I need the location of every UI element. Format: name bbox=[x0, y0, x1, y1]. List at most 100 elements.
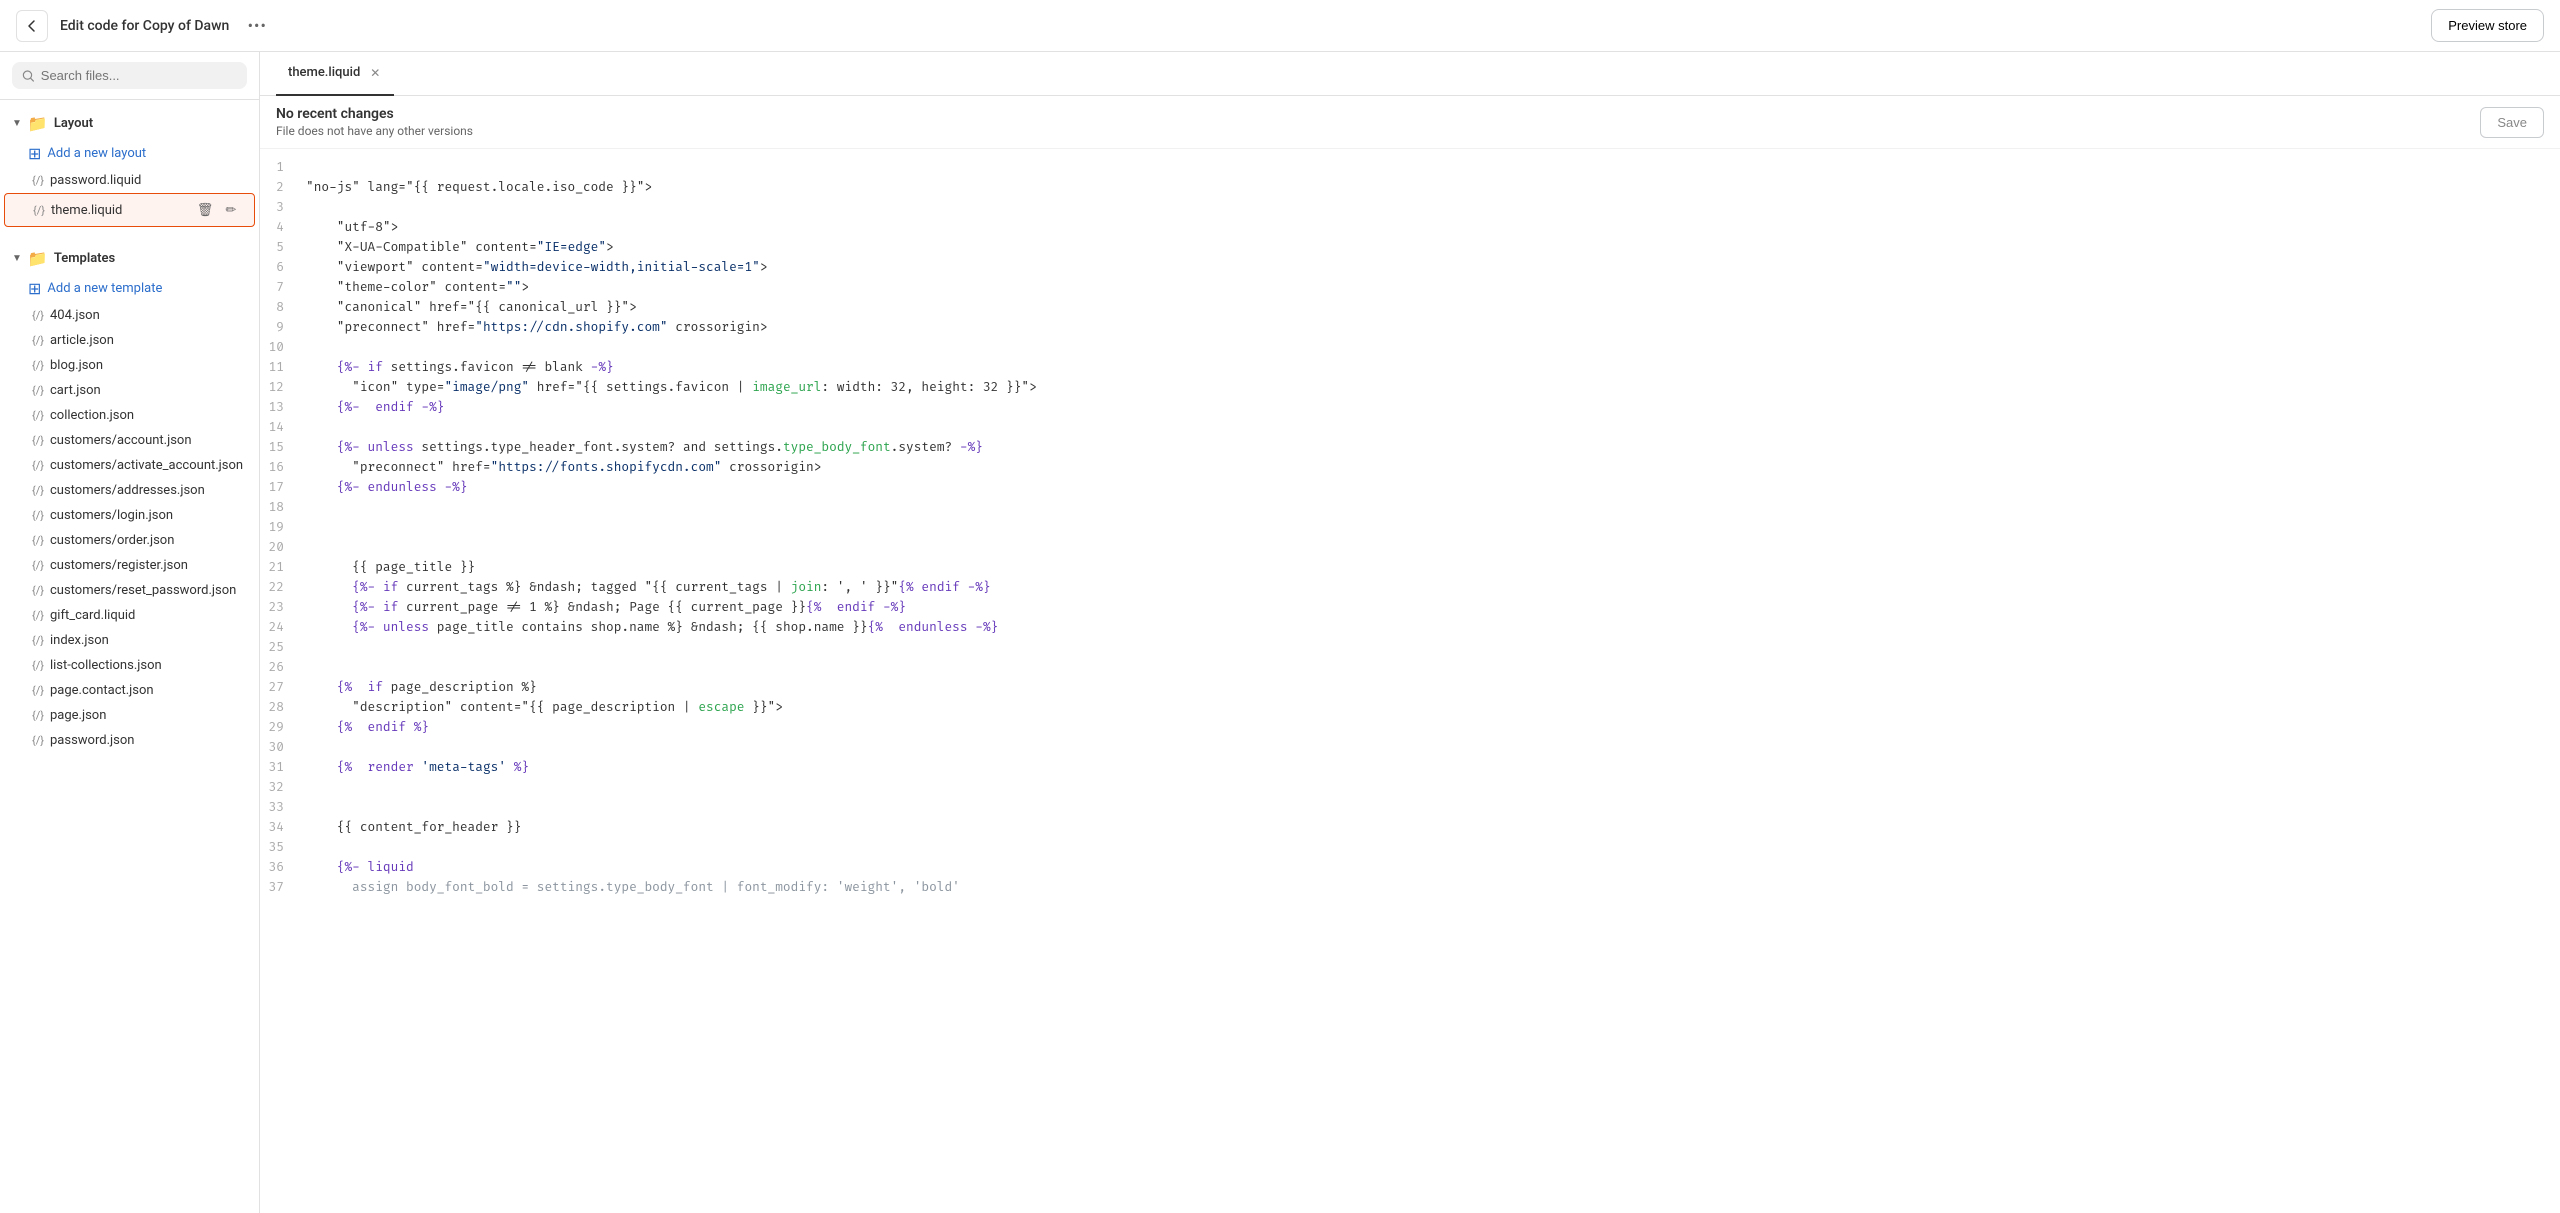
file-icon: {/} bbox=[32, 634, 44, 647]
sidebar-item-label: collection.json bbox=[50, 408, 243, 423]
sidebar-item-customers-activate-account-json[interactable]: {/} customers/activate_account.json bbox=[4, 453, 255, 478]
file-icon: {/} bbox=[32, 659, 44, 672]
sidebar-item-theme-liquid[interactable]: {/} theme.liquid 🗑 ✏ bbox=[4, 193, 255, 227]
topbar-left: Edit code for Copy of Dawn ••• bbox=[16, 10, 273, 42]
file-icon: {/} bbox=[32, 584, 44, 597]
sidebar-item-label: article.json bbox=[50, 333, 243, 348]
sidebar-item-label: customers/addresses.json bbox=[50, 483, 243, 498]
line-numbers: 1234567891011121314151617181920212223242… bbox=[260, 149, 302, 905]
sidebar-item-customers-account-json[interactable]: {/}customers/account.json bbox=[4, 428, 255, 453]
templates-section-header[interactable]: ▼ 📁 Templates bbox=[0, 243, 259, 274]
tab-bar: theme.liquid ✕ bbox=[260, 52, 2560, 96]
sidebar-item-label: page.json bbox=[50, 708, 243, 723]
sidebar-item-page-contact-json[interactable]: {/}page.contact.json bbox=[4, 678, 255, 703]
file-icon: {/} bbox=[32, 559, 44, 572]
sidebar-item-customers-addresses-json[interactable]: {/} customers/addresses.json bbox=[4, 478, 255, 503]
sidebar-item-label: 404.json bbox=[50, 308, 243, 323]
sidebar-item-label: customers/order.json bbox=[50, 533, 243, 548]
sidebar-item-collection-json[interactable]: {/} collection.json bbox=[4, 403, 255, 428]
sidebar-item-label: gift_card.liquid bbox=[50, 608, 243, 623]
file-icon: {/} bbox=[32, 334, 44, 347]
editor-info: No recent changes File does not have any… bbox=[276, 106, 473, 138]
save-button[interactable]: Save bbox=[2480, 107, 2544, 138]
topbar: Edit code for Copy of Dawn ••• Preview s… bbox=[0, 0, 2560, 52]
template-items: {/}404.json{/}article.json{/}blog.json{/… bbox=[0, 303, 259, 753]
preview-store-button[interactable]: Preview store bbox=[2431, 9, 2544, 42]
code-editor: 1234567891011121314151617181920212223242… bbox=[260, 149, 2560, 905]
sidebar-item-blog-json[interactable]: {/} blog.json bbox=[4, 353, 255, 378]
file-icon: {/} bbox=[32, 359, 44, 372]
sidebar-item-label: customers/register.json bbox=[50, 558, 243, 573]
sidebar-item-label: customers/account.json bbox=[50, 433, 243, 448]
sidebar-item-cart-json[interactable]: {/} cart.json bbox=[4, 378, 255, 403]
more-icon: ••• bbox=[248, 16, 267, 35]
layout-section-label: Layout bbox=[54, 116, 93, 131]
add-template-icon: ⊞ bbox=[28, 279, 41, 298]
sidebar-item-label: cart.json bbox=[50, 383, 243, 398]
sidebar-item-customers-register-json[interactable]: {/} customers/register.json bbox=[4, 553, 255, 578]
sidebar-item-customers-login-json[interactable]: {/} customers/login.json bbox=[4, 503, 255, 528]
edit-button[interactable]: ✏ bbox=[220, 199, 242, 221]
sidebar-item-404-json[interactable]: {/} 404.json bbox=[4, 303, 255, 328]
sidebar-item-label: customers/login.json bbox=[50, 508, 243, 523]
sidebar-item-password-json[interactable]: {/} password.json bbox=[4, 728, 255, 753]
add-layout-label: Add a new layout bbox=[47, 146, 146, 161]
tab-theme-liquid[interactable]: theme.liquid ✕ bbox=[276, 52, 394, 96]
file-icon: {/} bbox=[32, 409, 44, 422]
sidebar-item-gift-card-liquid[interactable]: {/} gift_card.liquid bbox=[4, 603, 255, 628]
item-actions: 🗑 ✏ bbox=[194, 199, 242, 221]
more-button[interactable]: ••• bbox=[241, 10, 273, 42]
sidebar-item-customers-order-json[interactable]: {/} customers/order.json bbox=[4, 528, 255, 553]
layout-folder-icon: 📁 bbox=[28, 114, 48, 133]
search-input-wrap[interactable] bbox=[12, 62, 247, 89]
sidebar-item-label: customers/reset_password.json bbox=[50, 583, 243, 598]
topbar-title: Edit code for Copy of Dawn bbox=[60, 18, 229, 34]
templates-section-label: Templates bbox=[54, 251, 115, 266]
sidebar-item-label: blog.json bbox=[50, 358, 243, 373]
editor-area: theme.liquid ✕ No recent changes File do… bbox=[260, 52, 2560, 1213]
sidebar-item-password-liquid[interactable]: {/} password.liquid bbox=[4, 168, 255, 193]
no-changes-label: No recent changes bbox=[276, 106, 473, 122]
sidebar-item-label: customers/activate_account.json bbox=[50, 458, 243, 473]
add-layout-icon: ⊞ bbox=[28, 144, 41, 163]
sidebar-item-customers-reset-password-json[interactable]: {/} customers/reset_password.json bbox=[4, 578, 255, 603]
sidebar-item-label: password.json bbox=[50, 733, 243, 748]
file-icon: {/} bbox=[32, 309, 44, 322]
templates-chevron-icon: ▼ bbox=[12, 253, 22, 264]
sidebar-item-label: theme.liquid bbox=[51, 203, 188, 218]
file-icon: {/} bbox=[32, 484, 44, 497]
back-icon bbox=[25, 19, 39, 33]
file-icon: {/} bbox=[32, 709, 44, 722]
sidebar-item-label: list-collections.json bbox=[50, 658, 243, 673]
add-layout-link[interactable]: ⊞ Add a new layout bbox=[0, 139, 259, 168]
layout-section: ▼ 📁 Layout ⊞ Add a new layout {/} passwo… bbox=[0, 100, 259, 235]
code-content: "no-js" lang="{{ request.locale.iso_code… bbox=[302, 149, 2560, 905]
search-input[interactable] bbox=[41, 68, 237, 83]
add-template-link[interactable]: ⊞ Add a new template bbox=[0, 274, 259, 303]
sidebar-item-index-json[interactable]: {/} index.json bbox=[4, 628, 255, 653]
file-icon: {/} bbox=[32, 534, 44, 547]
templates-folder-icon: 📁 bbox=[28, 249, 48, 268]
code-wrap[interactable]: 1234567891011121314151617181920212223242… bbox=[260, 149, 2560, 1213]
back-button[interactable] bbox=[16, 10, 48, 42]
sidebar-item-label: index.json bbox=[50, 633, 243, 648]
templates-section: ▼ 📁 Templates ⊞ Add a new template {/} 40… bbox=[0, 235, 259, 761]
sidebar-item-label: page.contact.json bbox=[50, 683, 243, 698]
file-icon: {/} bbox=[32, 174, 44, 187]
sidebar-item-article-json[interactable]: {/} article.json bbox=[4, 328, 255, 353]
sidebar-item-list-collections-json[interactable]: {/} list-collections.json bbox=[4, 653, 255, 678]
file-icon: {/} bbox=[32, 734, 44, 747]
tab-close-icon[interactable]: ✕ bbox=[368, 64, 382, 82]
editor-toolbar: No recent changes File does not have any… bbox=[260, 96, 2560, 149]
sub-info-label: File does not have any other versions bbox=[276, 124, 473, 138]
delete-button[interactable]: 🗑 bbox=[194, 199, 216, 221]
layout-section-header[interactable]: ▼ 📁 Layout bbox=[0, 108, 259, 139]
file-icon: {/} bbox=[32, 384, 44, 397]
main-layout: ▼ 📁 Layout ⊞ Add a new layout {/} passwo… bbox=[0, 52, 2560, 1213]
file-icon: {/} bbox=[32, 509, 44, 522]
file-icon: {/} bbox=[32, 459, 44, 472]
file-icon: {/} bbox=[32, 609, 44, 622]
search-icon bbox=[22, 69, 35, 83]
search-box bbox=[0, 52, 259, 100]
sidebar-item-page-json[interactable]: {/} page.json bbox=[4, 703, 255, 728]
